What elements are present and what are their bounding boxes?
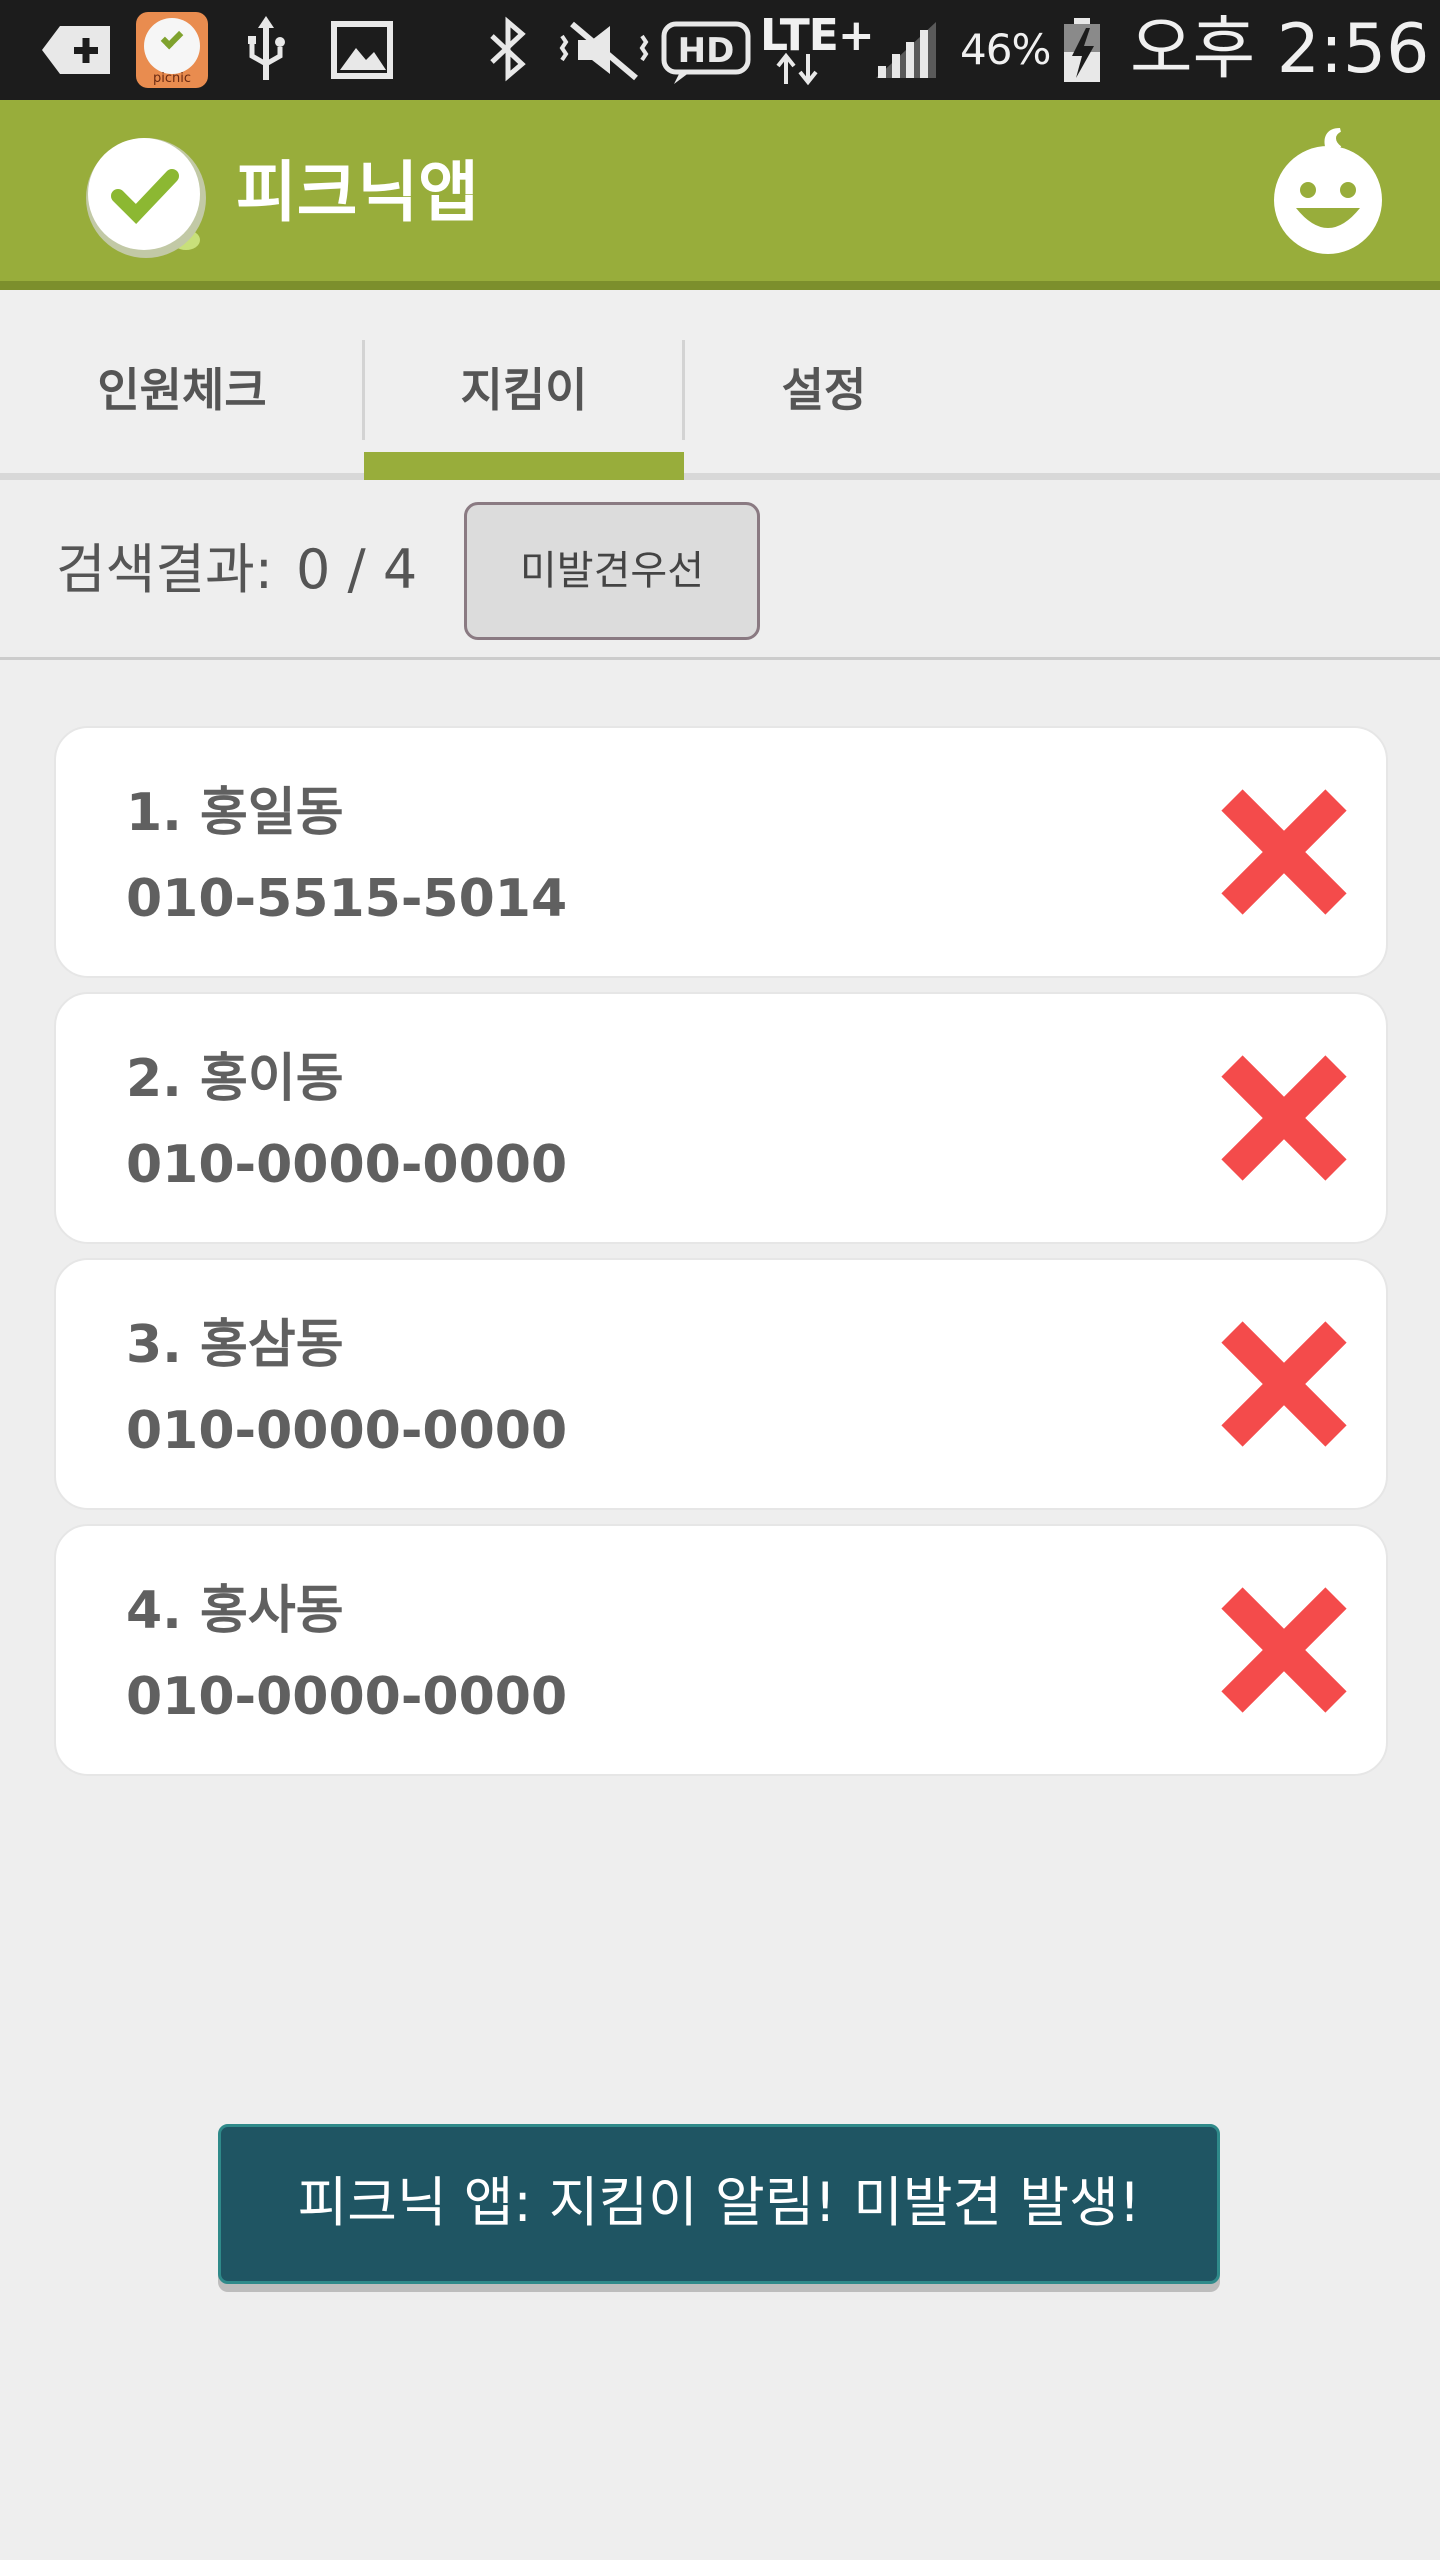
- person-name: 4. 홍사동: [126, 1581, 344, 1641]
- person-phone: 010-0000-0000: [126, 1135, 568, 1195]
- action-bar: 피크닉앱: [0, 100, 1440, 290]
- person-card[interactable]: 3. 홍삼동 010-0000-0000: [54, 1258, 1388, 1510]
- app-logo-icon[interactable]: [78, 130, 218, 270]
- search-result-count: 0 / 4: [296, 538, 418, 601]
- person-phone: 010-0000-0000: [126, 1667, 568, 1727]
- person-name: 3. 홍삼동: [126, 1315, 344, 1375]
- picnic-badge-label: picnic: [152, 71, 191, 86]
- svg-text:HD: HD: [678, 31, 735, 71]
- battery-percent: 46%: [960, 25, 1051, 74]
- person-card[interactable]: 1. 홍일동 010-5515-5014: [54, 726, 1388, 978]
- delete-x-icon[interactable]: [1218, 786, 1350, 918]
- add-notification-icon: [42, 26, 110, 74]
- tab-settings[interactable]: 설정: [684, 290, 964, 473]
- mute-icon: [559, 21, 649, 81]
- search-result-label: 검색결과:: [56, 538, 273, 601]
- person-phone: 010-5515-5014: [126, 869, 568, 929]
- tab-bar: 인원체크 지킴이 설정: [0, 290, 1440, 480]
- picnic-app-icon: picnic: [136, 12, 208, 88]
- person-name: 1. 홍일동: [126, 783, 344, 843]
- status-clock: 오후 2:56: [1130, 10, 1430, 89]
- toast-notification: 피크닉 앱: 지킴이 알림! 미발견 발생!: [218, 2124, 1220, 2284]
- search-result-bar: 검색결과: 0 / 4 미발견우선: [0, 480, 1440, 660]
- delete-x-icon[interactable]: [1218, 1584, 1350, 1716]
- usb-icon: [248, 16, 285, 80]
- image-icon: [331, 21, 393, 79]
- delete-x-icon[interactable]: [1218, 1052, 1350, 1184]
- bluetooth-icon: [490, 16, 526, 82]
- child-face-icon[interactable]: [1268, 128, 1388, 258]
- tab-headcount[interactable]: 인원체크: [0, 290, 364, 473]
- status-bar: picnic HD LTE+ 46% 오후 2:56: [0, 0, 1440, 100]
- selected-tab-indicator: [364, 452, 684, 480]
- person-card[interactable]: 2. 홍이동 010-0000-0000: [54, 992, 1388, 1244]
- missing-first-button[interactable]: 미발견우선: [464, 502, 760, 640]
- person-phone: 010-0000-0000: [126, 1401, 568, 1461]
- delete-x-icon[interactable]: [1218, 1318, 1350, 1450]
- app-title: 피크닉앱: [236, 154, 479, 231]
- person-card[interactable]: 4. 홍사동 010-0000-0000: [54, 1524, 1388, 1776]
- battery-charging-icon: [1064, 18, 1100, 82]
- signal-strength-icon: [876, 22, 936, 78]
- person-name: 2. 홍이동: [126, 1049, 344, 1109]
- data-activity-icon: [776, 52, 818, 86]
- hd-voice-icon: HD: [661, 21, 751, 84]
- tab-guardian[interactable]: 지킴이: [364, 290, 684, 473]
